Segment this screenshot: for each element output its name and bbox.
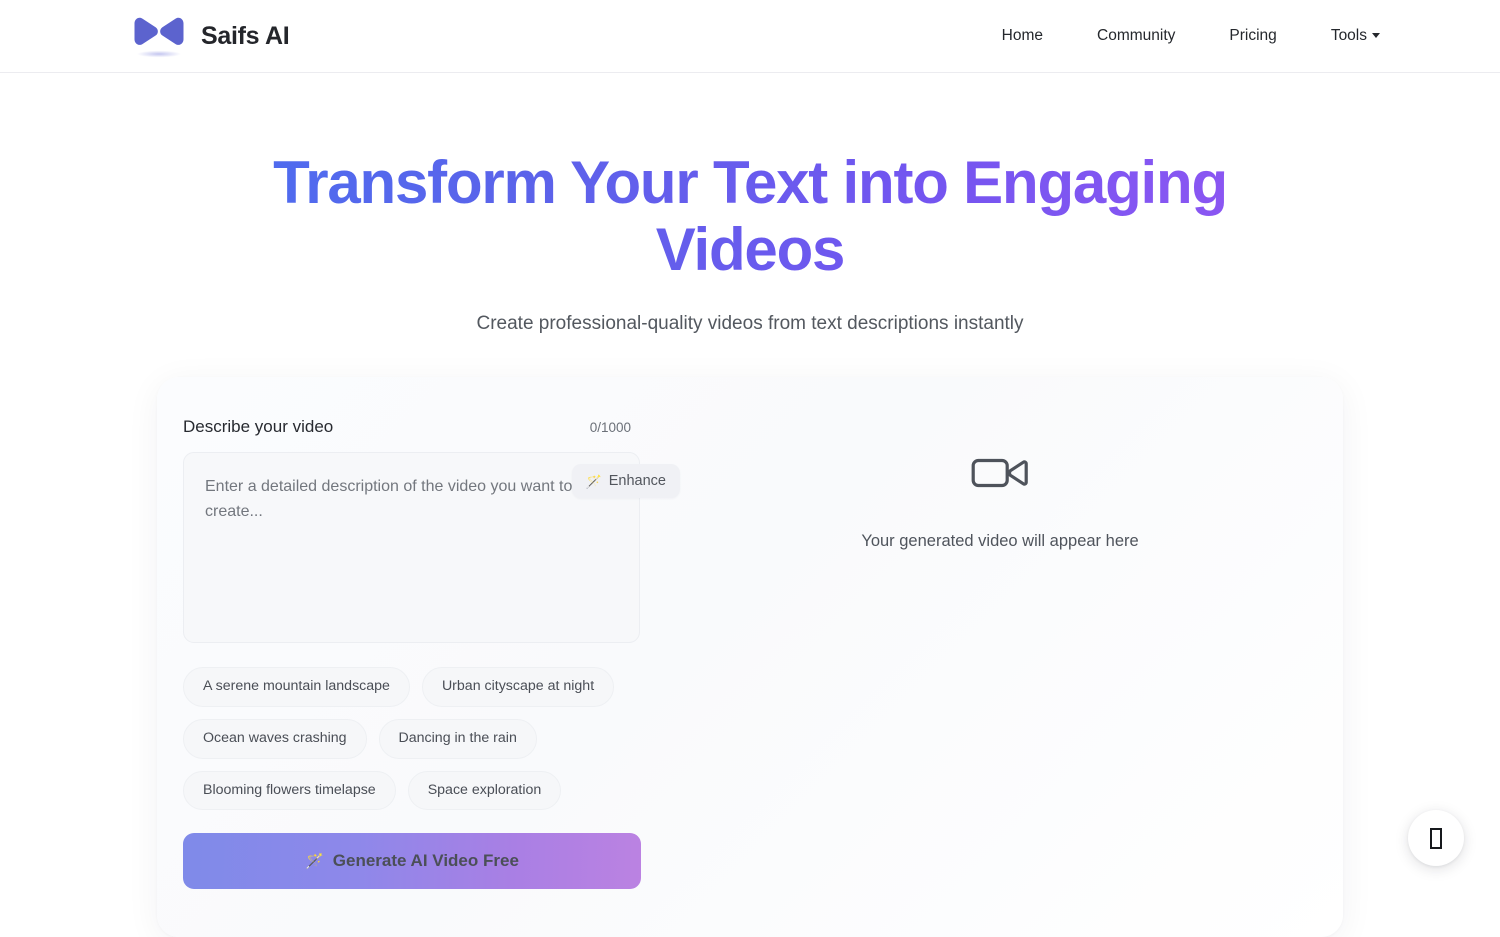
main-navigation: Home Community Pricing Tools (975, 19, 1380, 53)
brand-name: Saifs AI (201, 22, 289, 51)
enhance-prompt-button[interactable]: 🪄 Enhance (572, 464, 680, 498)
nav-item-pricing-label: Pricing (1229, 27, 1276, 44)
generate-video-button[interactable]: 🪄 Generate AI Video Free (183, 833, 641, 889)
floating-action-button[interactable] (1408, 810, 1464, 866)
suggestion-chip[interactable]: Dancing in the rain (379, 719, 537, 759)
nav-item-tools[interactable]: Tools (1304, 19, 1380, 53)
suggestion-chip[interactable]: A serene mountain landscape (183, 667, 410, 707)
nav-item-tools-label: Tools (1331, 27, 1367, 44)
suggestion-chips: A serene mountain landscape Urban citysc… (183, 667, 653, 810)
page-title: Transform Your Text into Engaging Videos (190, 149, 1310, 283)
generate-button-label: Generate AI Video Free (333, 851, 519, 871)
magic-wand-icon: 🪄 (305, 854, 324, 869)
nav-item-community-label: Community (1097, 27, 1175, 44)
nav-item-community[interactable]: Community (1070, 19, 1202, 53)
enhance-button-label: Enhance (609, 473, 666, 489)
preview-placeholder-text: Your generated video will appear here (861, 532, 1138, 551)
suggestion-chip[interactable]: Ocean waves crashing (183, 719, 367, 759)
suggestion-chip[interactable]: Blooming flowers timelapse (183, 771, 396, 811)
bowtie-play-logo-icon (130, 13, 188, 59)
nav-item-pricing[interactable]: Pricing (1202, 19, 1303, 53)
magic-wand-icon: 🪄 (586, 475, 602, 488)
chevron-down-icon (1372, 33, 1380, 38)
nav-item-home-label: Home (1002, 27, 1043, 44)
missing-glyph-icon (1430, 828, 1442, 849)
brand-logo-link[interactable]: Saifs AI (130, 13, 289, 59)
prompt-pane: Describe your video 0/1000 🪄 Enhance A s… (157, 401, 657, 937)
video-studio-card: Describe your video 0/1000 🪄 Enhance A s… (157, 377, 1343, 937)
suggestion-chip[interactable]: Urban cityscape at night (422, 667, 614, 707)
video-preview-pane: Your generated video will appear here (657, 401, 1343, 937)
page-subtitle: Create professional-quality videos from … (0, 313, 1500, 335)
site-header: Saifs AI Home Community Pricing Tools (0, 0, 1500, 73)
video-camera-icon (971, 453, 1029, 498)
prompt-input-wrapper: 🪄 Enhance (183, 452, 640, 648)
prompt-label-row: Describe your video 0/1000 (183, 417, 633, 437)
prompt-field-label: Describe your video (183, 417, 333, 437)
hero-section: Transform Your Text into Engaging Videos… (0, 73, 1500, 335)
character-counter: 0/1000 (590, 420, 631, 435)
suggestion-chip[interactable]: Space exploration (408, 771, 562, 811)
nav-item-home[interactable]: Home (975, 19, 1070, 53)
